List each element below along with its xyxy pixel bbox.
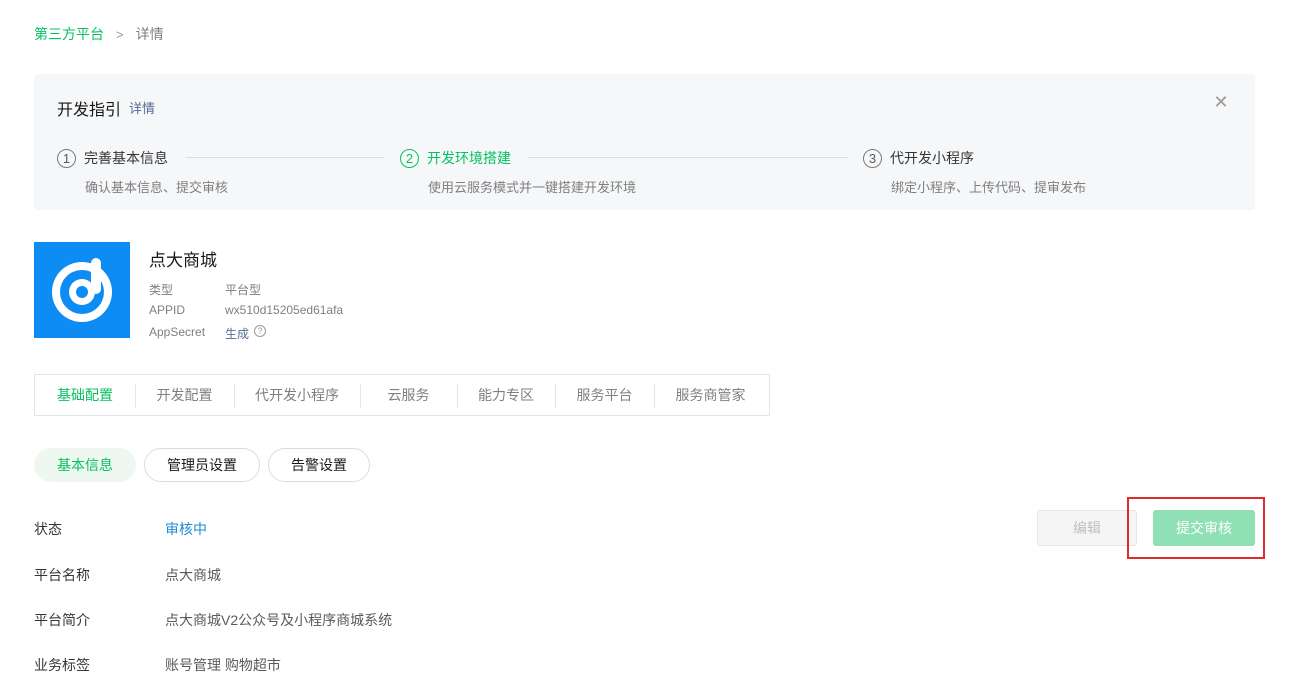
close-icon[interactable]: ✕ [1211,92,1231,112]
info-row-status: 状态 审核中 [34,519,207,539]
step-connector [186,157,384,158]
tab-service-platform[interactable]: 服务平台 [555,375,654,415]
info-row-name: 平台名称 点大商城 [34,565,221,585]
app-name: 点大商城 [149,251,217,270]
pill-admin-settings[interactable]: 管理员设置 [144,448,260,482]
app-logo-icon [52,258,112,322]
app-secret-row: AppSecret 生成 ? [149,325,267,342]
guide-detail-link[interactable]: 详情 [129,98,155,117]
sub-tabs: 基本信息 管理员设置 告警设置 [34,448,378,482]
breadcrumb: 第三方平台 > 详情 [34,24,164,44]
step-number: 2 [400,148,419,168]
step-connector [528,157,848,158]
tab-agent-miniprogram[interactable]: 代开发小程序 [234,375,360,415]
tab-basic-config[interactable]: 基础配置 [35,375,135,415]
step-number: 1 [57,148,76,168]
business-tags-value: 账号管理 购物超市 [165,657,281,673]
guide-step-2: 2 开发环境搭建 使用云服务模式并一键搭建开发环境 [400,148,636,196]
platform-intro-label: 平台简介 [34,612,90,628]
guide-step-1: 1 完善基本信息 确认基本信息、提交审核 [57,148,228,196]
step-title: 开发环境搭建 [427,150,511,166]
main-tabs: 基础配置 开发配置 代开发小程序 云服务 能力专区 服务平台 服务商管家 [34,374,770,416]
step-number: 3 [863,148,882,168]
pill-alert-settings[interactable]: 告警设置 [268,448,370,482]
step-title: 代开发小程序 [890,150,974,166]
submit-review-button[interactable]: 提交审核 [1153,510,1255,546]
step-desc: 使用云服务模式并一键搭建开发环境 [428,180,637,195]
generate-secret-link[interactable]: 生成 [225,325,249,342]
guide-step-3: 3 代开发小程序 绑定小程序、上传代码、提审发布 [863,148,1086,196]
guide-title: 开发指引 [57,102,122,119]
platform-name-value: 点大商城 [165,567,221,583]
app-type-row: 类型 平台型 [149,281,261,298]
platform-intro-value: 点大商城V2公众号及小程序商城系统 [165,612,393,628]
step-title: 完善基本信息 [84,150,168,166]
app-logo [34,242,130,338]
breadcrumb-current: 详情 [135,26,164,42]
tab-cloud-service[interactable]: 云服务 [360,375,457,415]
status-label: 状态 [34,521,62,537]
info-row-tags: 业务标签 账号管理 购物超市 [34,655,281,675]
app-type-label: 类型 [149,283,174,297]
business-tags-label: 业务标签 [34,657,90,673]
app-secret-label: AppSecret [149,325,206,339]
breadcrumb-separator: > [116,26,124,42]
step-desc: 确认基本信息、提交审核 [85,180,229,195]
app-type-value: 平台型 [225,283,262,297]
info-row-intro: 平台简介 点大商城V2公众号及小程序商城系统 [34,610,392,630]
app-appid-row: APPID wx510d15205ed61afa [149,303,343,317]
edit-button[interactable]: 编辑 [1037,510,1137,546]
pill-basic-info[interactable]: 基本信息 [34,448,136,482]
tab-capabilities[interactable]: 能力专区 [457,375,555,415]
breadcrumb-root-link[interactable]: 第三方平台 [34,24,104,44]
app-appid-label: APPID [149,303,186,317]
step-desc: 绑定小程序、上传代码、提审发布 [891,180,1087,195]
tab-dev-config[interactable]: 开发配置 [135,375,234,415]
platform-name-label: 平台名称 [34,567,90,583]
tab-service-manager[interactable]: 服务商管家 [654,375,767,415]
status-badge: 审核中 [165,521,207,537]
app-appid-value: wx510d15205ed61afa [225,303,344,317]
question-circle-icon[interactable]: ? [254,325,267,337]
dev-guide-panel: 开发指引 详情 ✕ 1 完善基本信息 确认基本信息、提交审核 2 开发环境搭建 … [34,74,1255,210]
